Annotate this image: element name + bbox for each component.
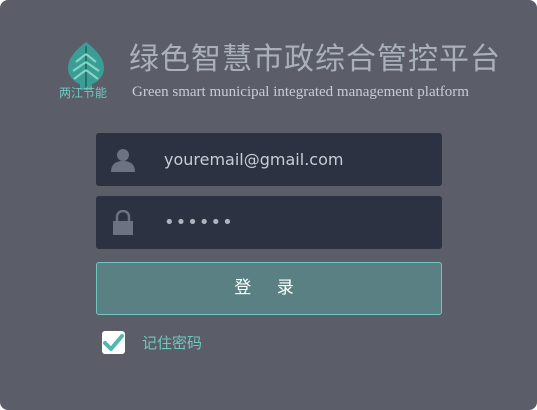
user-icon <box>111 149 135 172</box>
login-panel: 两江节能 绿色智慧市政综合管控平台 Green smart municipal … <box>0 0 537 410</box>
remember-checkbox[interactable] <box>102 331 125 354</box>
logo-caption: 两江节能 <box>59 86 108 100</box>
platform-title: 绿色智慧市政综合管控平台 <box>129 42 501 77</box>
login-button[interactable]: 登 录 <box>96 262 442 315</box>
remember-label: 记住密码 <box>142 334 203 352</box>
email-field[interactable]: youremail@gmail.com <box>96 133 442 186</box>
password-input[interactable]: •••••• <box>164 196 234 249</box>
lock-icon <box>113 210 133 235</box>
platform-subtitle: Green smart municipal integrated managem… <box>132 84 469 100</box>
checkmark-icon <box>103 334 124 351</box>
email-input[interactable]: youremail@gmail.com <box>164 133 343 186</box>
password-field[interactable]: •••••• <box>96 196 442 249</box>
